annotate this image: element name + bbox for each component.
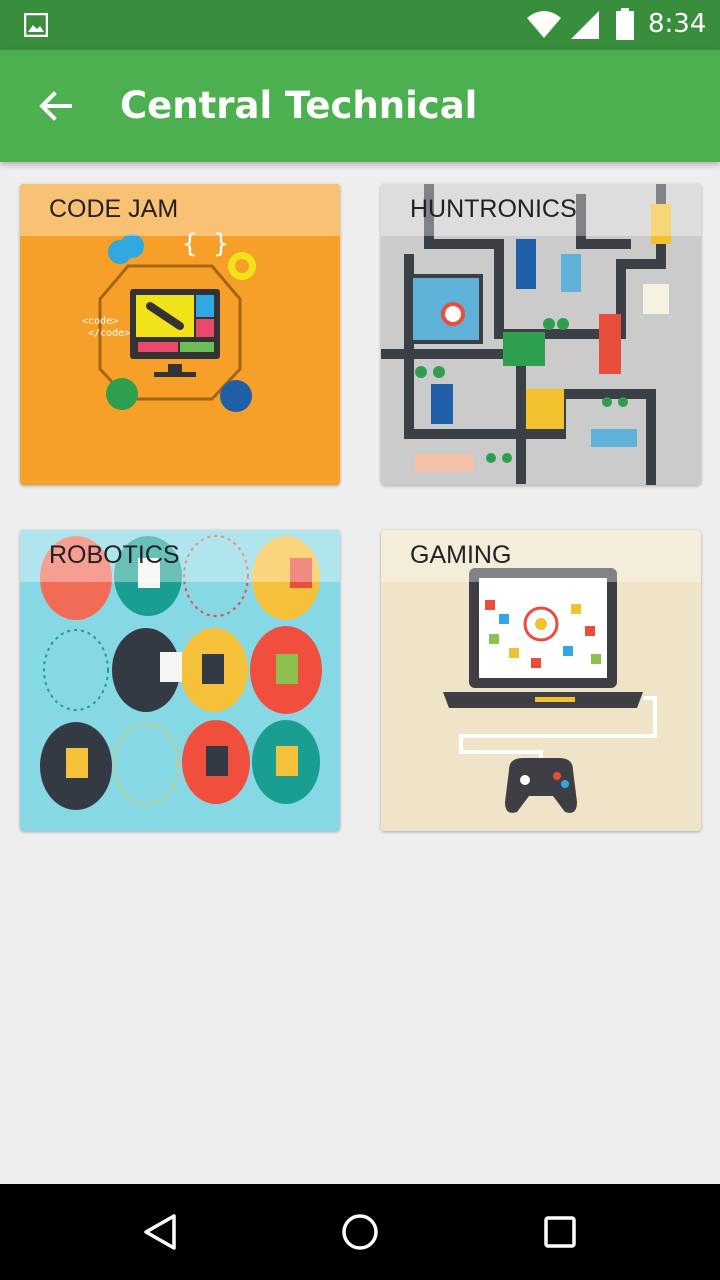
status-time: 8:34 xyxy=(648,9,707,39)
card-label: HUNTRONICS xyxy=(410,195,577,223)
svg-text:<code>: <code> xyxy=(82,316,118,327)
battery-icon xyxy=(616,8,634,40)
back-triangle-icon xyxy=(144,1214,176,1250)
nav-back-button[interactable] xyxy=(136,1208,184,1256)
back-button[interactable] xyxy=(28,78,84,134)
card-code-jam[interactable]: { } <code> </code> CODE JAM xyxy=(20,184,340,485)
arrow-back-icon xyxy=(39,91,72,121)
card-label: CODE JAM xyxy=(49,195,179,223)
wifi-icon xyxy=(527,11,561,38)
system-nav-bar xyxy=(0,1184,720,1280)
signal-icon xyxy=(571,11,599,39)
card-huntronics[interactable]: HUNTRONICS xyxy=(381,184,701,485)
card-gaming[interactable]: GAMING xyxy=(381,530,701,831)
nav-recents-button[interactable] xyxy=(536,1208,584,1256)
status-bar: 8:34 xyxy=(0,0,720,50)
card-robotics[interactable]: ROBOTICS xyxy=(20,530,340,831)
page-title: Central Technical xyxy=(120,84,478,127)
svg-text:</code>: </code> xyxy=(88,328,130,339)
recents-square-icon xyxy=(544,1216,576,1248)
home-circle-icon xyxy=(342,1214,378,1250)
image-icon xyxy=(24,13,48,37)
card-label: GAMING xyxy=(410,541,512,569)
app-bar: Central Technical xyxy=(0,50,720,162)
nav-home-button[interactable] xyxy=(336,1208,384,1256)
card-label: ROBOTICS xyxy=(49,541,180,569)
